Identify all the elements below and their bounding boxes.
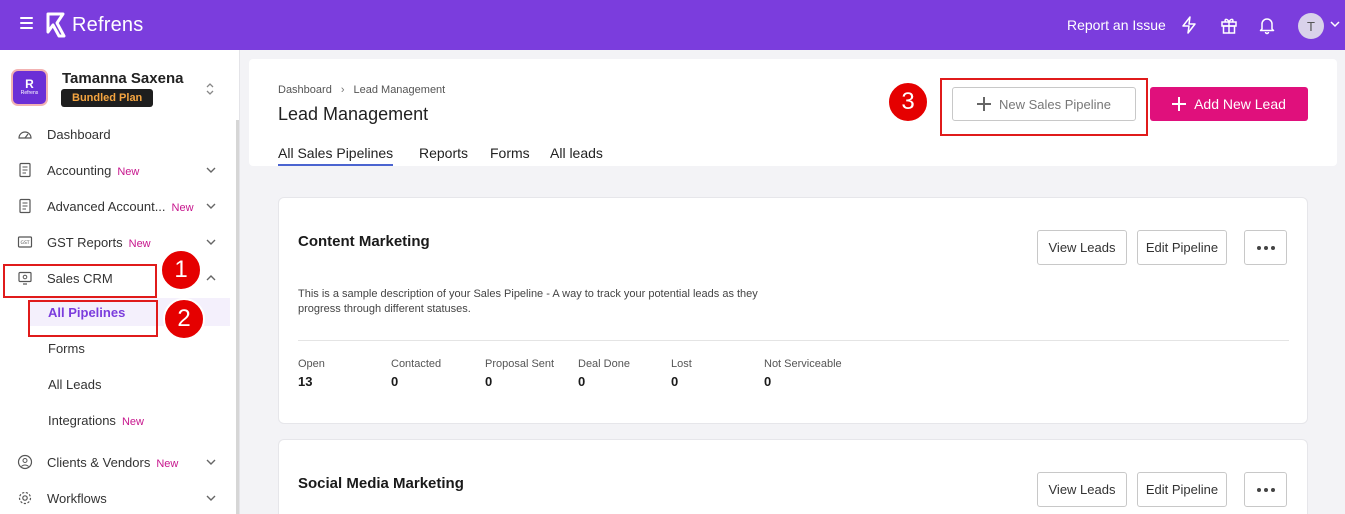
sidebar-item-dashboard[interactable]: Dashboard <box>0 118 232 150</box>
brand-name: Refrens <box>72 13 144 36</box>
org-name: Tamanna Saxena <box>62 70 184 87</box>
edit-pipeline-button[interactable]: Edit Pipeline <box>1137 472 1227 507</box>
breadcrumb-dashboard[interactable]: Dashboard <box>278 84 332 96</box>
add-new-lead-button[interactable]: Add New Lead <box>1150 87 1308 121</box>
top-bar: Refrens Report an Issue T <box>0 0 1345 50</box>
report-issue-link[interactable]: Report an Issue <box>1067 17 1166 33</box>
chevron-down-icon[interactable] <box>205 236 217 248</box>
new-badge: New <box>128 237 151 250</box>
chevron-down-icon[interactable] <box>205 200 217 212</box>
annotation-box-1 <box>3 264 157 298</box>
pipeline-card: Content Marketing This is a sample descr… <box>278 197 1308 424</box>
chevron-down-icon[interactable] <box>205 492 217 504</box>
page-header: Dashboard › Lead Management Lead Managemen… <box>249 59 1337 166</box>
more-dots-icon <box>1256 487 1275 492</box>
sidebar-item-label: Dashboard <box>47 126 111 142</box>
status-lost[interactable]: Lost 0 <box>671 358 692 389</box>
svg-text:GST: GST <box>20 240 29 246</box>
pipeline-card: Social Media Marketing View Leads Edit P… <box>278 439 1308 514</box>
new-badge: New <box>171 201 194 214</box>
new-badge: New <box>156 457 179 470</box>
chevron-down-icon[interactable] <box>205 456 217 468</box>
sidebar-item-workflows[interactable]: Workflows <box>0 482 232 514</box>
pipeline-name: Social Media Marketing <box>298 475 464 492</box>
status-proposal-sent[interactable]: Proposal Sent 0 <box>485 358 554 389</box>
dashboard-icon <box>18 131 32 139</box>
status-open[interactable]: Open 13 <box>298 358 325 389</box>
sidebar-item-advanced-accounting[interactable]: Advanced Account... New <box>0 190 232 222</box>
chevron-down-icon[interactable] <box>205 164 217 176</box>
breadcrumb-lead-management[interactable]: Lead Management <box>354 84 446 96</box>
divider <box>298 340 1289 341</box>
page-title: Lead Management <box>278 104 429 124</box>
tab-forms[interactable]: Forms <box>490 145 530 166</box>
org-logo: R Refrens <box>11 69 48 106</box>
chevron-down-icon[interactable] <box>1330 20 1340 28</box>
document-icon <box>19 162 31 178</box>
pipeline-description: This is a sample description of your Sal… <box>298 288 758 315</box>
brand-logo[interactable]: Refrens <box>46 12 143 38</box>
more-options-button[interactable] <box>1244 472 1287 507</box>
annotation-marker-3: 3 <box>887 81 929 123</box>
user-circle-icon <box>17 454 33 470</box>
sidebar-subitem-all-leads[interactable]: All Leads <box>30 370 230 398</box>
pipeline-name: Content Marketing <box>298 233 430 250</box>
tab-all-leads[interactable]: All leads <box>550 145 603 166</box>
more-dots-icon <box>1256 245 1275 250</box>
annotation-box-2 <box>28 300 158 337</box>
more-options-button[interactable] <box>1244 230 1287 265</box>
sidebar-item-gst-reports[interactable]: GST GST Reports New <box>0 226 232 258</box>
annotation-box-3 <box>940 78 1148 136</box>
sidebar-subitem-integrations[interactable]: Integrations New <box>30 406 230 434</box>
annotation-marker-2: 2 <box>163 298 205 340</box>
bell-icon[interactable] <box>1257 15 1277 35</box>
new-badge: New <box>117 165 140 178</box>
sidebar-item-accounting[interactable]: Accounting New <box>0 154 232 186</box>
chevron-right-icon: › <box>340 84 345 96</box>
menu-icon[interactable] <box>20 17 34 29</box>
gst-icon: GST <box>17 236 33 248</box>
user-avatar[interactable]: T <box>1298 13 1324 39</box>
new-badge: New <box>121 415 144 428</box>
plan-badge: Bundled Plan <box>61 89 154 107</box>
sidebar-scrollbar[interactable] <box>236 120 239 514</box>
lightning-icon[interactable] <box>1179 15 1199 35</box>
tab-reports[interactable]: Reports <box>419 145 468 166</box>
status-contacted[interactable]: Contacted 0 <box>391 358 441 389</box>
tab-all-sales-pipelines[interactable]: All Sales Pipelines <box>278 145 394 166</box>
document-icon <box>19 198 31 214</box>
gear-icon <box>18 491 32 505</box>
breadcrumb: Dashboard › Lead Management <box>278 84 445 96</box>
edit-pipeline-button[interactable]: Edit Pipeline <box>1137 230 1227 265</box>
plus-icon <box>1172 97 1187 111</box>
view-leads-button[interactable]: View Leads <box>1037 472 1127 507</box>
refrens-logo-icon <box>46 12 66 38</box>
annotation-marker-1: 1 <box>160 249 202 291</box>
chevron-updown-icon[interactable] <box>205 81 215 97</box>
status-deal-done[interactable]: Deal Done 0 <box>578 358 630 389</box>
sidebar-item-clients-vendors[interactable]: Clients & Vendors New <box>0 446 232 478</box>
view-leads-button[interactable]: View Leads <box>1037 230 1127 265</box>
chevron-up-icon[interactable] <box>205 272 217 284</box>
sidebar-subitem-forms[interactable]: Forms <box>30 334 230 362</box>
status-not-serviceable[interactable]: Not Serviceable 0 <box>764 358 842 389</box>
gift-icon[interactable] <box>1219 15 1239 35</box>
